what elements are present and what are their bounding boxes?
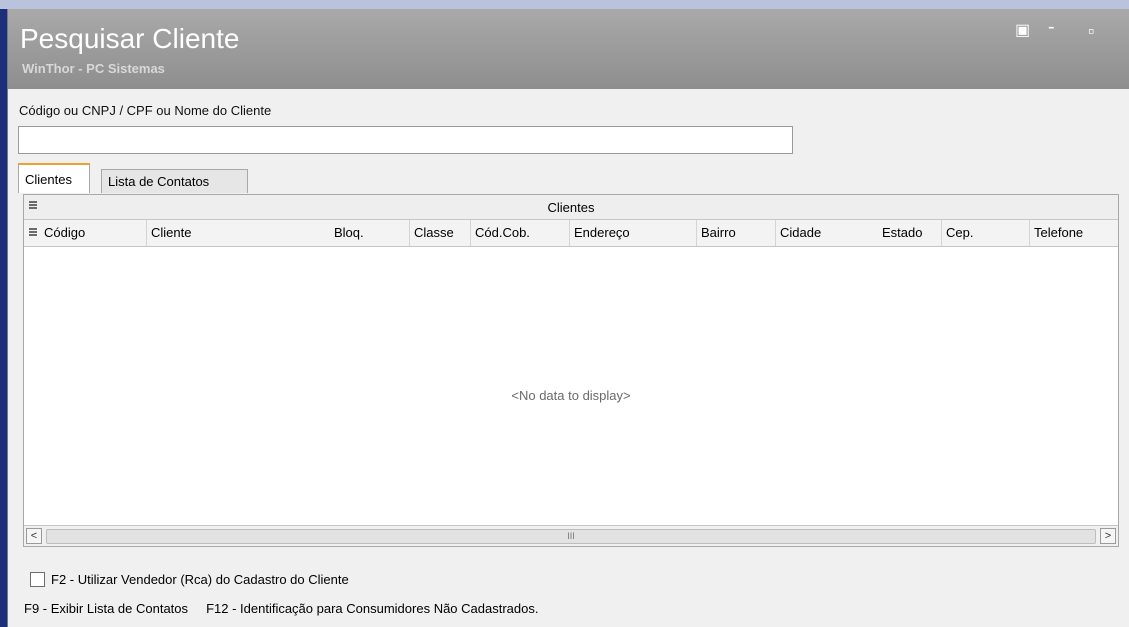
column-header-cidade[interactable]: Cidade — [775, 220, 878, 246]
search-input[interactable] — [18, 126, 793, 154]
scroll-left-button[interactable]: < — [26, 528, 42, 544]
tab-clientes[interactable]: Clientes — [18, 163, 90, 193]
clientes-grid[interactable]: Clientes Código Cliente Bloq. Classe Cód… — [23, 194, 1119, 547]
desktop-top-strip — [0, 0, 1129, 9]
column-header-endereco[interactable]: Endereço — [569, 220, 696, 246]
column-header-codigo[interactable]: Código — [40, 220, 146, 246]
column-header-bloq[interactable]: Bloq. — [330, 220, 409, 246]
minimize-icon[interactable]: - — [1048, 17, 1055, 37]
column-header-cep[interactable]: Cep. — [941, 220, 1029, 246]
tab-lista-de-contatos-label: Lista de Contatos — [108, 174, 210, 189]
column-header-cod-cob[interactable]: Cód.Cob. — [470, 220, 569, 246]
empty-grid-message: <No data to display> — [511, 388, 631, 403]
grid-band-header: Clientes — [24, 195, 1118, 220]
scrollbar-grip-icon: III — [567, 531, 575, 541]
column-header-estado[interactable]: Estado — [878, 220, 941, 246]
restore-icon[interactable]: ▣ — [1015, 23, 1030, 39]
use-rca-checkbox[interactable] — [30, 572, 45, 587]
column-header-classe[interactable]: Classe — [409, 220, 470, 246]
column-header-telefone[interactable]: Telefone — [1029, 220, 1118, 246]
pesquisar-cliente-window: Pesquisar Cliente WinThor - PC Sistemas … — [7, 9, 1129, 627]
use-rca-label: F2 - Utilizar Vendedor (Rca) do Cadastro… — [51, 572, 349, 587]
scroll-right-button[interactable]: > — [1100, 528, 1116, 544]
title-bar: Pesquisar Cliente WinThor - PC Sistemas … — [8, 9, 1129, 89]
shortcut-footer: F9 - Exibir Lista de Contatos F12 - Iden… — [24, 601, 539, 616]
tab-lista-de-contatos[interactable]: Lista de Contatos — [101, 169, 248, 193]
window-subtitle: WinThor - PC Sistemas — [22, 61, 165, 76]
grid-column-headers: Código Cliente Bloq. Classe Cód.Cob. End… — [24, 220, 1118, 247]
scrollbar-thumb[interactable]: III — [46, 529, 1096, 544]
column-header-bairro[interactable]: Bairro — [696, 220, 775, 246]
window-title: Pesquisar Cliente — [20, 23, 240, 54]
column-chooser-icon[interactable] — [29, 228, 37, 239]
horizontal-scrollbar[interactable]: < III > — [24, 525, 1118, 546]
search-label: Código ou CNPJ / CPF ou Nome do Cliente — [19, 103, 272, 118]
grid-band-label: Clientes — [547, 200, 595, 215]
column-header-cliente[interactable]: Cliente — [146, 220, 330, 246]
tab-clientes-label: Clientes — [25, 172, 72, 187]
maximize-icon[interactable]: ▫ — [1088, 22, 1094, 40]
